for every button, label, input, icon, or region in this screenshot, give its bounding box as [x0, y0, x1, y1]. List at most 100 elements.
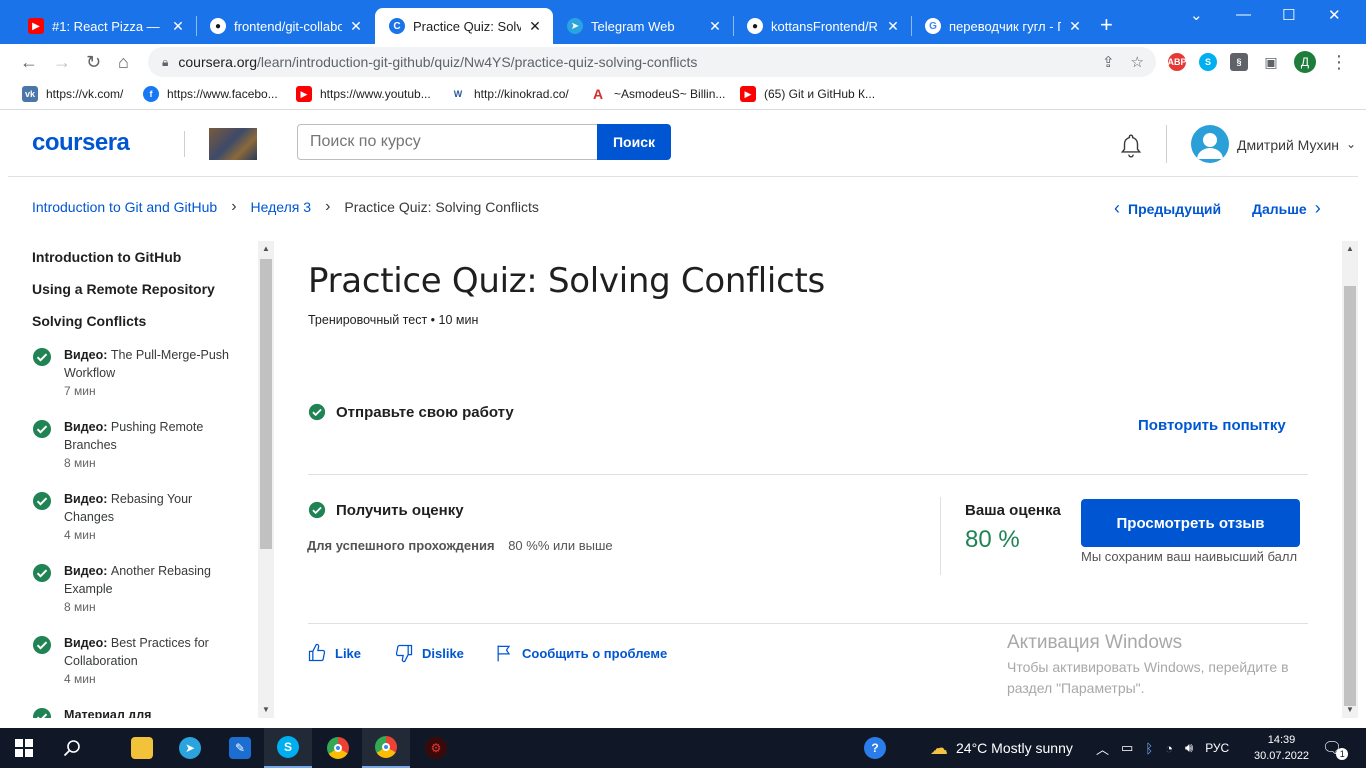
start-button[interactable] — [0, 728, 48, 768]
app-icon: ✎ — [229, 737, 251, 759]
minimize-button[interactable]: — — [1236, 6, 1251, 23]
taskbar-skype[interactable]: S — [264, 728, 312, 768]
sidebar-item-reading[interactable]: Материал для — [32, 706, 242, 718]
help-icon[interactable]: ? — [864, 728, 886, 768]
menu-icon[interactable]: ⋮ — [1330, 52, 1348, 73]
adblock-icon[interactable]: ABP — [1168, 53, 1187, 71]
tab-google-translate[interactable]: G переводчик гугл - По ✕ — [911, 8, 1093, 44]
sidebar-scrollbar-thumb[interactable] — [260, 259, 272, 549]
new-tab-button[interactable]: + — [1100, 14, 1113, 36]
skype-icon[interactable]: S — [1199, 53, 1217, 71]
sidebar-item-pushing-remote[interactable]: Видео: Pushing Remote Branches 8 мин — [32, 418, 242, 470]
check-circle-icon — [33, 348, 51, 366]
share-icon[interactable]: ⇪ — [1102, 53, 1115, 71]
clock[interactable]: 14:39 30.07.2022 — [1254, 732, 1309, 764]
view-feedback-button[interactable]: Просмотреть отзыв — [1081, 499, 1300, 547]
bell-icon[interactable] — [1118, 133, 1144, 164]
tab-react-pizza[interactable]: ▶ #1: React Pizza — разр ✕ — [14, 8, 196, 44]
breadcrumb-week[interactable]: Неделя 3 — [251, 199, 312, 215]
bookmark-vk[interactable]: vk https://vk.com/ — [22, 86, 123, 102]
tab-practice-quiz[interactable]: C Practice Quiz: Solving ✕ — [375, 8, 553, 44]
home-button[interactable]: ⌂ — [118, 52, 129, 73]
bluetooth-icon[interactable]: ᛒ — [1145, 741, 1153, 756]
site-header: coursera Поиск Дмитрий Мухин ⌄ — [8, 111, 1358, 177]
profile-avatar[interactable]: Д — [1294, 51, 1316, 73]
language-indicator[interactable]: РУС — [1205, 741, 1229, 755]
course-search-input[interactable] — [297, 124, 598, 160]
bookmark-git-github[interactable]: ▶ (65) Git и GitHub К... — [740, 86, 875, 102]
sidebar-item-best-practices[interactable]: Видео: Best Practices for Collaboration … — [32, 634, 242, 686]
weather-widget[interactable]: ☁ 24°C Mostly sunny — [930, 728, 1073, 768]
user-avatar[interactable] — [1191, 125, 1229, 163]
search-button[interactable] — [48, 728, 96, 768]
notification-center-button[interactable]: 🗨︎ 1 — [1322, 728, 1349, 768]
bookmark-facebook[interactable]: f https://www.facebo... — [143, 86, 278, 102]
taskbar-chrome[interactable] — [314, 728, 362, 768]
kinokrad-icon: W — [453, 89, 463, 99]
dislike-button[interactable]: Dislike — [394, 643, 464, 663]
lock-icon[interactable]: 🔒︎ — [162, 55, 168, 70]
shield-extension-icon[interactable]: § — [1230, 53, 1248, 71]
facebook-icon: f — [143, 86, 159, 102]
sidebar-item-rebasing[interactable]: Видео: Rebasing Your Changes 4 мин — [32, 490, 242, 542]
forward-button[interactable]: → — [53, 52, 71, 73]
bookmarks-bar: vk https://vk.com/ f https://www.facebo.… — [0, 80, 1366, 110]
next-button[interactable]: Дальше › — [1252, 198, 1321, 219]
taskbar-file-explorer[interactable] — [118, 728, 166, 768]
bookmark-kinokrad[interactable]: W http://kinokrad.co/ — [450, 86, 569, 102]
sidebar-item-another-rebasing[interactable]: Видео: Another Rebasing Example 8 мин — [32, 562, 242, 614]
breadcrumb: Introduction to Git and GitHub › Неделя … — [32, 198, 539, 216]
back-button[interactable]: ← — [20, 52, 38, 73]
coursera-logo[interactable]: coursera — [32, 129, 130, 157]
sidebar-section-solving-conflicts[interactable]: Solving Conflicts — [32, 313, 146, 329]
close-tab-icon[interactable]: ✕ — [348, 18, 364, 35]
scroll-down-icon[interactable]: ▼ — [1346, 705, 1354, 714]
chevron-down-icon[interactable]: ⌄ — [1190, 6, 1203, 24]
scroll-up-icon[interactable]: ▲ — [1346, 244, 1354, 253]
bookmark-youtube[interactable]: ▶ https://www.youtub... — [296, 86, 431, 102]
chevron-left-icon: ‹ — [1114, 198, 1120, 218]
taskbar-app-red[interactable]: ⚙ — [412, 728, 460, 768]
previous-button[interactable]: ‹ Предыдущий — [1114, 198, 1221, 219]
system-tray[interactable]: ︿ ▭ ᛒ ◔ 🔊︎ РУС — [1096, 728, 1229, 768]
chevron-down-icon[interactable]: ⌄ — [1346, 137, 1356, 151]
close-tab-icon[interactable]: ✕ — [527, 18, 543, 35]
volume-icon[interactable]: 🔊︎ — [1185, 740, 1193, 756]
close-tab-icon[interactable]: ✕ — [1067, 18, 1083, 35]
user-name[interactable]: Дмитрий Мухин — [1237, 137, 1339, 153]
taskbar-telegram[interactable]: ➤ — [166, 728, 214, 768]
course-thumbnail[interactable] — [209, 128, 257, 160]
tab-git-collab[interactable]: ● frontend/git-collabor ✕ — [196, 8, 374, 44]
reload-button[interactable]: ↻ — [86, 52, 101, 73]
network-icon[interactable]: ◔ — [1165, 741, 1173, 756]
search-button[interactable]: Поиск — [597, 124, 671, 160]
close-tab-icon[interactable]: ✕ — [707, 18, 723, 35]
like-button[interactable]: Like — [307, 643, 361, 663]
header-divider — [1166, 125, 1167, 163]
battery-icon[interactable]: ▭ — [1121, 740, 1133, 756]
sidebar-panel-icon[interactable]: ▣ — [1262, 53, 1280, 71]
header-divider — [184, 131, 185, 157]
tab-kottans[interactable]: ● kottansFrontend/REA ✕ — [733, 8, 911, 44]
tab-telegram[interactable]: ➤ Telegram Web ✕ — [553, 8, 733, 44]
chevron-up-icon[interactable]: ︿ — [1096, 739, 1109, 758]
scroll-up-icon[interactable]: ▲ — [262, 244, 270, 253]
chrome-icon — [327, 737, 349, 759]
breadcrumb-course[interactable]: Introduction to Git and GitHub — [32, 199, 217, 215]
address-bar[interactable]: 🔒︎ coursera.org/learn/introduction-git-g… — [148, 47, 1156, 77]
sidebar-item-pull-merge-push[interactable]: Видео: The Pull-Merge-Push Workflow 7 ми… — [32, 346, 242, 398]
taskbar-chrome-profile[interactable] — [362, 728, 410, 768]
close-tab-icon[interactable]: ✕ — [885, 18, 901, 35]
close-tab-icon[interactable]: ✕ — [170, 18, 186, 35]
sidebar-section-remote-repo[interactable]: Using a Remote Repository — [32, 281, 215, 297]
close-window-button[interactable]: ✕ — [1328, 6, 1341, 24]
main-scrollbar-thumb[interactable] — [1344, 286, 1356, 706]
star-icon[interactable]: ☆ — [1131, 53, 1144, 71]
bookmark-asmodeus[interactable]: A ~AsmodeuS~ Billin... — [590, 86, 725, 102]
scroll-down-icon[interactable]: ▼ — [262, 705, 270, 714]
taskbar-app[interactable]: ✎ — [216, 728, 264, 768]
retry-button[interactable]: Повторить попытку — [1138, 417, 1286, 434]
maximize-button[interactable]: ☐ — [1282, 6, 1295, 24]
sidebar-section-introduction[interactable]: Introduction to GitHub — [32, 249, 181, 265]
report-problem-button[interactable]: Сообщить о проблеме — [494, 643, 667, 663]
